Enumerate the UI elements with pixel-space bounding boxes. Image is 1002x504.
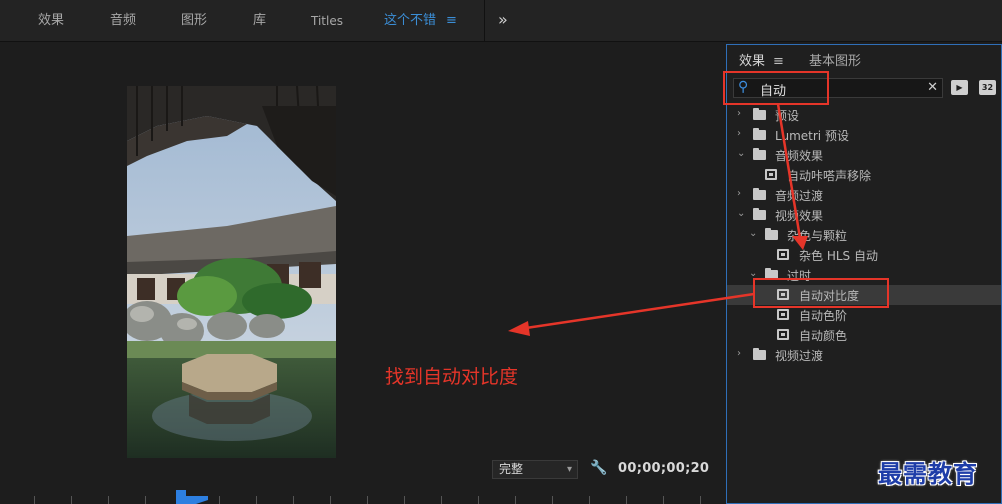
- effects-tree-row[interactable]: ⌄ 音频效果: [727, 145, 1001, 165]
- effects-tree-label: 杂色 HLS 自动: [799, 249, 878, 263]
- program-monitor: [6, 44, 724, 504]
- close-icon[interactable]: ✕: [927, 80, 938, 95]
- 32bit-effects-filter-icon[interactable]: 32: [979, 80, 996, 95]
- effects-tree-label: 自动色阶: [799, 309, 848, 323]
- effects-tree-row[interactable]: ⌄ 杂色与颗粒: [727, 225, 1001, 245]
- ruler-tick: [552, 496, 553, 504]
- effects-tree-row[interactable]: 自动颜色: [727, 325, 1001, 345]
- ruler-tick: [515, 496, 516, 504]
- ruler-tick: [404, 496, 405, 504]
- effects-tree-label: 视频过渡: [775, 349, 824, 363]
- effects-tree-row[interactable]: › 预设: [727, 105, 1001, 125]
- effects-tree-row[interactable]: › 音频过渡: [727, 185, 1001, 205]
- video-preview: [127, 86, 336, 458]
- ruler-tick: [34, 496, 35, 504]
- folder-icon: [753, 128, 766, 140]
- effects-tree-label: 音频效果: [775, 149, 824, 163]
- effects-tree-label: 自动颜色: [799, 329, 848, 343]
- watermark-logo: 最需教育: [878, 459, 978, 488]
- chevron-down-icon[interactable]: ⌄: [737, 148, 745, 159]
- workspace-divider: [484, 0, 485, 42]
- annotation-text: 找到自动对比度: [385, 366, 519, 388]
- effects-search-input[interactable]: ⚲ 自动 ✕: [733, 78, 943, 99]
- ruler-tick: [626, 496, 627, 504]
- effects-tree-label: 视频效果: [775, 209, 824, 223]
- panel-menu-icon[interactable]: ≡: [773, 54, 784, 69]
- playhead-timecode[interactable]: 00;00;00;20: [618, 461, 709, 476]
- tab-effects-label: 效果: [739, 54, 766, 69]
- effects-tree-label: 过时: [787, 269, 812, 283]
- workspace-menu-icon[interactable]: ≡: [446, 13, 457, 28]
- workspace-tab-custom[interactable]: 这个不错 ≡: [384, 0, 457, 42]
- wrench-icon[interactable]: 🔧: [590, 460, 607, 476]
- folder-icon: [765, 268, 778, 280]
- folder-icon: [753, 108, 766, 120]
- search-icon: ⚲: [738, 79, 749, 95]
- effects-tree-label: 音频过渡: [775, 189, 824, 203]
- effect-icon: [777, 249, 789, 260]
- chevron-down-icon: ▾: [566, 464, 572, 475]
- workspace-tab-effects[interactable]: 效果: [38, 0, 64, 42]
- workspace-overflow-icon[interactable]: »: [498, 0, 508, 42]
- accelerated-effects-filter-icon[interactable]: ▶: [951, 80, 968, 95]
- playhead-handle[interactable]: [176, 490, 208, 504]
- effect-icon: [777, 289, 789, 300]
- chevron-right-icon[interactable]: ›: [737, 348, 741, 359]
- effect-icon: [765, 169, 777, 180]
- ruler-tick: [293, 496, 294, 504]
- effects-tree-row[interactable]: 自动对比度: [727, 285, 1001, 305]
- effects-tree-row[interactable]: 自动色阶: [727, 305, 1001, 325]
- effects-tree-label: 杂色与颗粒: [787, 229, 848, 243]
- ruler-tick: [441, 496, 442, 504]
- effects-tree-row[interactable]: › Lumetri 预设: [727, 125, 1001, 145]
- effects-tree-row[interactable]: 自动咔嗒声移除: [727, 165, 1001, 185]
- ruler-tick: [256, 496, 257, 504]
- folder-icon: [753, 208, 766, 220]
- effects-tree-label: 自动对比度: [799, 289, 860, 303]
- tab-essential-graphics[interactable]: 基本图形: [809, 50, 861, 69]
- workspace-tab-custom-label: 这个不错: [384, 13, 437, 28]
- chevron-down-icon[interactable]: ⌄: [749, 228, 757, 239]
- effect-icon: [777, 309, 789, 320]
- effects-tree-label: 自动咔嗒声移除: [787, 169, 872, 183]
- ruler-tick: [71, 496, 72, 504]
- ruler-tick: [330, 496, 331, 504]
- folder-icon: [753, 188, 766, 200]
- ruler-tick: [145, 496, 146, 504]
- video-frame-image: [127, 86, 336, 458]
- effect-icon: [777, 329, 789, 340]
- ruler-tick: [663, 496, 664, 504]
- effects-panel: 效果 ≡ 基本图形 ⚲ 自动 ✕ ▶ 32 › 预设 › Lumetri 预设 ⌄ 音频效果…: [726, 44, 1002, 504]
- ruler-tick: [589, 496, 590, 504]
- folder-icon: [753, 148, 766, 160]
- chevron-down-icon[interactable]: ⌄: [749, 268, 757, 279]
- ruler-tick: [219, 496, 220, 504]
- workspace-tab-titles[interactable]: Titles: [311, 0, 343, 42]
- workspace-tab-libraries[interactable]: 库: [253, 0, 266, 42]
- effects-tree-label: Lumetri 预设: [775, 129, 849, 143]
- folder-icon: [753, 348, 766, 360]
- effects-tree-row[interactable]: ⌄ 视频效果: [727, 205, 1001, 225]
- ruler-tick: [700, 496, 701, 504]
- chevron-right-icon[interactable]: ›: [737, 128, 741, 139]
- folder-icon: [765, 228, 778, 240]
- workspace-bar: 效果 音频 图形 库 Titles 这个不错 ≡ »: [0, 0, 1002, 42]
- effects-panel-tabs: 效果 ≡ 基本图形: [727, 45, 1002, 71]
- chevron-right-icon[interactable]: ›: [737, 188, 741, 199]
- effects-tree-row[interactable]: 杂色 HLS 自动: [727, 245, 1001, 265]
- workspace-tab-audio[interactable]: 音频: [110, 0, 136, 42]
- effects-tree-row[interactable]: › 视频过渡: [727, 345, 1001, 365]
- workspace-tab-graphics[interactable]: 图形: [181, 0, 207, 42]
- effects-tree-label: 预设: [775, 109, 800, 123]
- ruler-tick: [108, 496, 109, 504]
- ruler-tick: [367, 496, 368, 504]
- tab-effects[interactable]: 效果 ≡: [739, 50, 784, 69]
- resolution-value: 完整: [499, 462, 524, 476]
- ruler-tick: [478, 496, 479, 504]
- effects-tree-row[interactable]: ⌄ 过时: [727, 265, 1001, 285]
- chevron-down-icon[interactable]: ⌄: [737, 208, 745, 219]
- search-value: 自动: [760, 84, 787, 99]
- chevron-right-icon[interactable]: ›: [737, 108, 741, 119]
- resolution-select[interactable]: 完整 ▾: [492, 460, 578, 479]
